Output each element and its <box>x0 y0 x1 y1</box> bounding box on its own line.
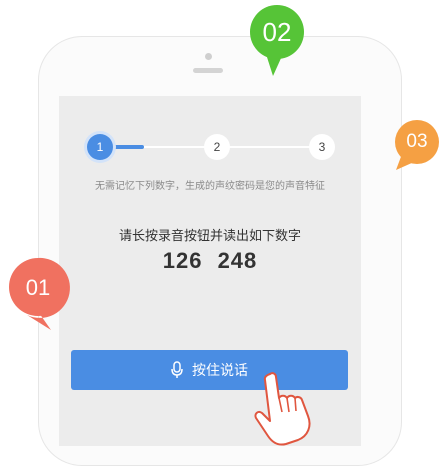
step-3: 3 <box>309 134 335 160</box>
callout-02: 02 <box>248 4 306 76</box>
hand-pointer-icon <box>254 372 311 446</box>
instruction-text: 请长按录音按钮并读出如下数字 <box>118 228 301 243</box>
digit-group-2: 248 <box>217 248 258 273</box>
hold-to-talk-label: 按住说话 <box>192 362 248 378</box>
callout-01: 01 <box>7 257 70 332</box>
step-1: 1 <box>87 134 113 160</box>
front-camera <box>205 53 212 60</box>
microphone-icon <box>171 361 183 378</box>
digit-sequence: 126 248 <box>59 248 361 274</box>
phone-speaker <box>193 68 223 73</box>
digit-group-1: 126 <box>162 248 203 273</box>
hint-text: 无需记忆下列数字，生成的声纹密码是您的声音特征 <box>95 181 325 192</box>
step-2: 2 <box>204 134 230 160</box>
callout-03: 03 <box>394 120 440 170</box>
